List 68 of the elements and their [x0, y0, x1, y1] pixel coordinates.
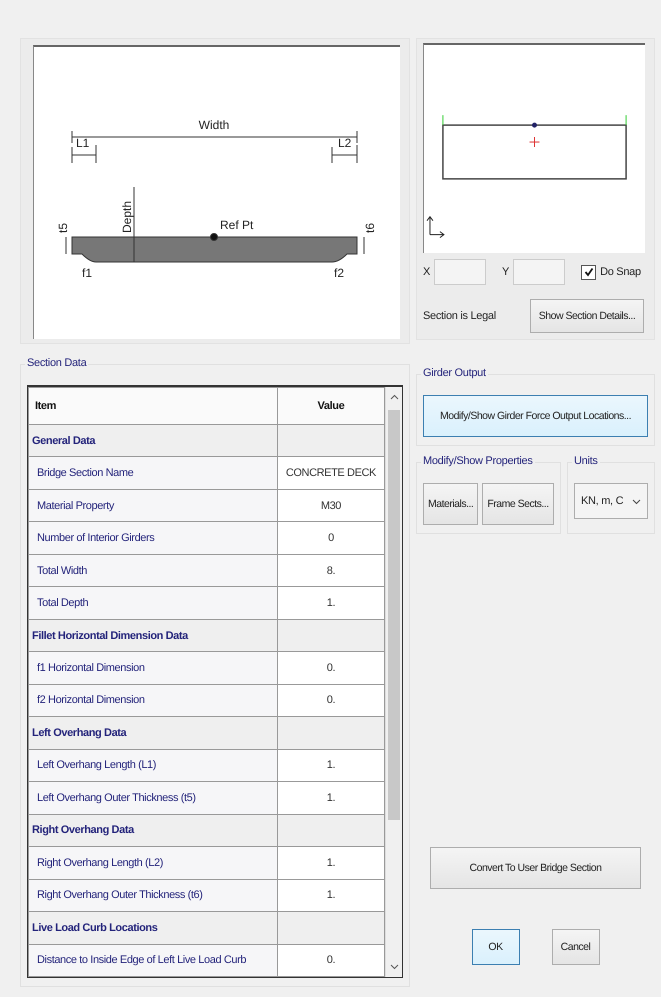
- value-cell[interactable]: 1.: [277, 846, 384, 880]
- item-cell: Total Depth: [28, 586, 278, 620]
- item-cell: Left Overhang Length (L1): [28, 749, 278, 782]
- value-cell[interactable]: 8.: [277, 554, 384, 587]
- depth-label: Depth: [120, 200, 134, 233]
- l2-label: L2: [338, 136, 352, 150]
- item-cell: Right Overhang Length (L2): [28, 846, 278, 880]
- x-label: X: [423, 266, 430, 278]
- scroll-bar[interactable]: [385, 387, 402, 977]
- f2-label: f2: [334, 266, 344, 280]
- properties-button[interactable]: Frame Sects...: [482, 483, 554, 525]
- dialog-button[interactable]: OK: [472, 929, 520, 965]
- value-cell[interactable]: 1.: [277, 586, 384, 620]
- group-title: Section Data: [25, 357, 88, 369]
- value-cell[interactable]: M30: [277, 489, 384, 522]
- girder-output-button[interactable]: Modify/Show Girder Force Output Locations...: [423, 395, 648, 437]
- group-title: Units: [572, 455, 600, 467]
- snap-label: Do Snap: [600, 266, 641, 278]
- axes-icon: [426, 216, 445, 238]
- scroll-down-icon[interactable]: [390, 962, 398, 971]
- tick-mark: [442, 114, 444, 126]
- dialog-button[interactable]: Cancel: [552, 929, 600, 965]
- column-header: Value: [277, 388, 384, 424]
- width-label: Width: [198, 118, 230, 132]
- column-header: Item: [28, 388, 278, 424]
- t5-label: t5: [56, 222, 70, 233]
- item-cell: f1 Horizontal Dimension: [28, 652, 278, 684]
- section-heading-cell: Left Overhang Data: [28, 716, 278, 750]
- snap-checkbox[interactable]: [581, 264, 596, 280]
- y-label: Y: [502, 266, 510, 278]
- convert-button[interactable]: Convert To User Bridge Section: [430, 847, 641, 889]
- value-cell[interactable]: 1.: [277, 782, 384, 814]
- status-text: Section is Legal: [423, 310, 496, 322]
- value-cell[interactable]: 0.: [277, 684, 384, 717]
- units-dropdown[interactable]: KN, m, C: [574, 483, 648, 519]
- tick-mark: [626, 114, 627, 126]
- ref-point-icon: [532, 122, 537, 128]
- section-heading-cell: Live Load Curb Locations: [28, 912, 278, 944]
- section-heading-cell: Fillet Horizontal Dimension Data: [28, 619, 278, 652]
- scroll-up-icon[interactable]: [390, 393, 398, 402]
- ref-point-label: Ref Pt: [220, 218, 254, 232]
- value-cell[interactable]: 0.: [277, 652, 384, 684]
- show-details-button[interactable]: Show Section Details...: [530, 299, 644, 333]
- item-cell: Bridge Section Name: [28, 456, 278, 490]
- item-cell: Distance to Inside Edge of Left Live Load Curb: [28, 944, 278, 976]
- value-cell[interactable]: CONCRETE DECK: [277, 456, 384, 490]
- group-title: Girder Output: [421, 367, 488, 379]
- properties-button[interactable]: Materials...: [423, 483, 478, 525]
- value-cell[interactable]: 0.: [277, 944, 384, 976]
- item-cell: Material Property: [28, 489, 278, 522]
- item-cell: Total Width: [28, 554, 278, 587]
- y-field[interactable]: [513, 259, 566, 285]
- l1-label: L1: [76, 136, 90, 150]
- value-cell[interactable]: 1.: [277, 879, 384, 912]
- chevron-down-icon: [632, 496, 641, 506]
- section-heading-cell: General Data: [28, 424, 278, 457]
- item-cell: Number of Interior Girders: [28, 522, 278, 554]
- value-cell[interactable]: 1.: [277, 749, 384, 782]
- value-cell[interactable]: 0: [277, 522, 384, 554]
- section-heading-cell: Right Overhang Data: [28, 814, 278, 847]
- centroid-icon: [529, 136, 540, 148]
- t6-label: t6: [363, 222, 377, 233]
- item-cell: f2 Horizontal Dimension: [28, 684, 278, 717]
- item-cell: Right Overhang Outer Thickness (t6): [28, 879, 278, 912]
- f1-label: f1: [82, 266, 92, 280]
- x-field[interactable]: [434, 259, 486, 285]
- item-cell: Left Overhang Outer Thickness (t5): [28, 782, 278, 814]
- group-title: Modify/Show Properties: [421, 455, 535, 467]
